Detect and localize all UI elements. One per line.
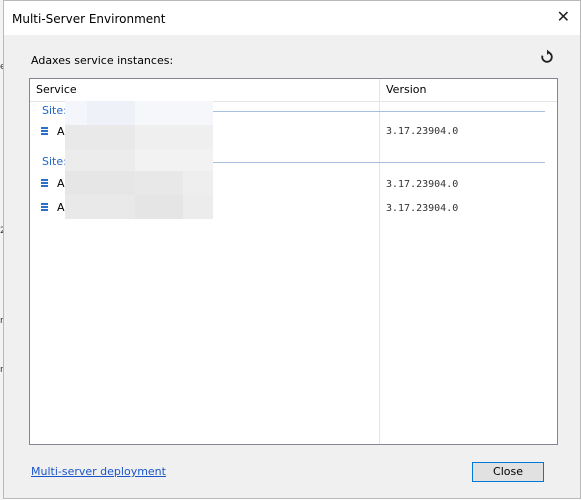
close-button[interactable]: Close xyxy=(472,462,544,482)
service-version: 3.17.23904.0 xyxy=(386,179,459,190)
site-group-header: Site: xyxy=(42,104,67,117)
service-icon xyxy=(41,127,48,138)
service-version: 3.17.23904.0 xyxy=(386,203,459,214)
refresh-icon[interactable] xyxy=(539,49,555,65)
redacted-area xyxy=(65,101,213,219)
dialog-window: Multi-Server Environment ✕ Adaxes servic… xyxy=(3,0,581,499)
window-title: Multi-Server Environment xyxy=(12,12,166,26)
service-name[interactable]: A xyxy=(57,201,65,214)
service-name[interactable]: A xyxy=(57,177,65,190)
column-header-version[interactable]: Version xyxy=(386,83,426,96)
service-version: 3.17.23904.0 xyxy=(386,126,459,137)
close-icon[interactable]: ✕ xyxy=(557,9,570,25)
site-group-header: Site: xyxy=(42,155,67,168)
service-name[interactable]: A xyxy=(57,125,65,138)
group-divider xyxy=(210,111,545,112)
service-icon xyxy=(41,179,48,190)
instances-label: Adaxes service instances: xyxy=(31,54,174,67)
column-divider xyxy=(379,79,380,444)
group-divider xyxy=(210,162,545,163)
service-icon xyxy=(41,203,48,214)
services-list[interactable]: Service Version Site: A 3.17.23904.0 Sit… xyxy=(29,78,558,445)
list-header: Service Version xyxy=(30,79,557,102)
multi-server-deployment-link[interactable]: Multi-server deployment xyxy=(31,465,166,478)
column-header-service[interactable]: Service xyxy=(36,83,77,96)
title-bar: Multi-Server Environment ✕ xyxy=(4,1,580,35)
